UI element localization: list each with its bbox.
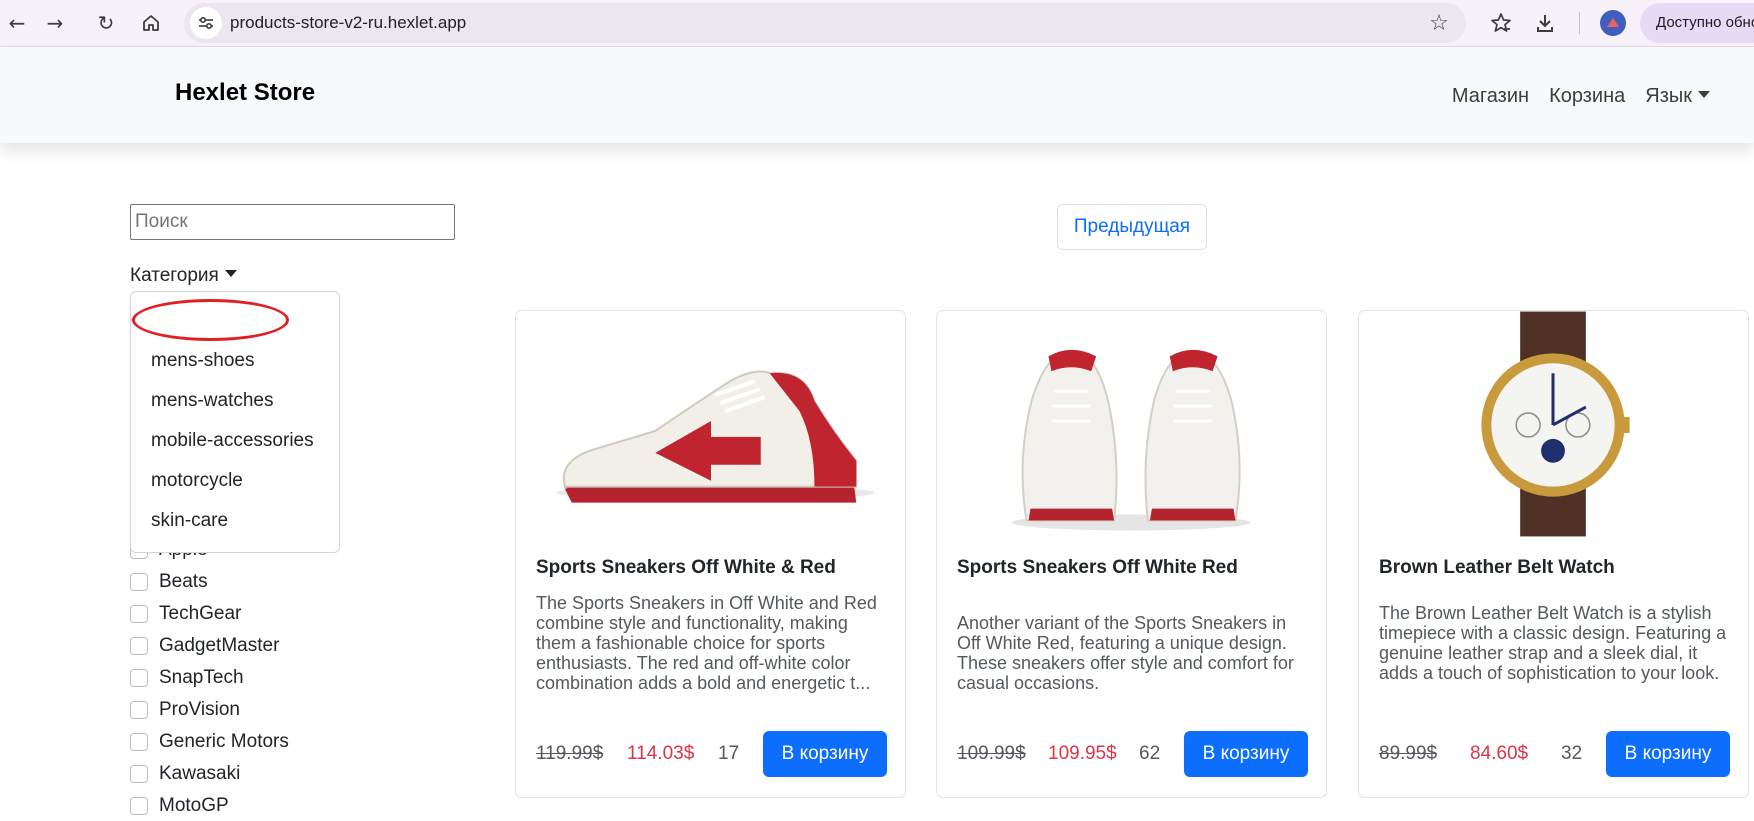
- brand-filter-item[interactable]: MotoGP: [130, 791, 229, 821]
- bookmark-star-icon[interactable]: ☆: [1424, 8, 1454, 38]
- brand-checkbox[interactable]: [130, 637, 148, 655]
- category-label: Категория: [130, 265, 219, 286]
- brand-label: GadgetMaster: [159, 635, 280, 656]
- product-footer: 89.99$ 84.60$ 32 В корзину: [1379, 731, 1730, 777]
- product-description: The Sports Sneakers in Off White and Red…: [536, 593, 877, 693]
- nav-link-shop[interactable]: Магазин: [1452, 85, 1529, 108]
- brand-label: MotoGP: [159, 795, 229, 816]
- category-option[interactable]: skin-care: [151, 510, 228, 532]
- brand-checkbox[interactable]: [130, 733, 148, 751]
- product-footer: 109.99$ 109.95$ 62 В корзину: [957, 731, 1308, 777]
- sneakers-pair-image[interactable]: [937, 311, 1326, 537]
- product-title[interactable]: Sports Sneakers Off White Red: [957, 557, 1238, 579]
- nav-link-cart[interactable]: Корзина: [1549, 85, 1625, 108]
- product-title[interactable]: Brown Leather Belt Watch: [1379, 557, 1615, 579]
- brand-checkbox[interactable]: [130, 573, 148, 591]
- category-option[interactable]: mens-shoes: [151, 350, 255, 372]
- old-price: 89.99$: [1379, 743, 1438, 764]
- browser-toolbar: ← → ↻ products-store-v2-ru.hexlet.app ☆ …: [0, 0, 1754, 47]
- stock-count: 17: [718, 743, 740, 764]
- product-card: Sports Sneakers Off White Red Another va…: [936, 310, 1327, 798]
- red-highlight-annotation: [132, 299, 289, 341]
- sale-price: 109.95$: [1048, 743, 1117, 764]
- category-option[interactable]: mobile-accessories: [151, 430, 314, 452]
- brand-filter-item[interactable]: TechGear: [130, 599, 241, 629]
- brand-checkbox[interactable]: [130, 765, 148, 783]
- update-available-button[interactable]: Доступно обновление: [1640, 3, 1754, 43]
- chevron-down-icon: [224, 270, 237, 277]
- brand-checkbox[interactable]: [130, 605, 148, 623]
- brand-label: TechGear: [159, 603, 242, 624]
- product-footer: 119.99$ 114.03$ 17 В корзину: [536, 731, 887, 777]
- brand-filter-item[interactable]: Beats: [130, 567, 208, 597]
- product-description: Another variant of the Sports Sneakers i…: [957, 613, 1294, 693]
- brand-filter-item[interactable]: Kawasaki: [130, 759, 240, 789]
- site-settings-icon[interactable]: [190, 7, 222, 39]
- forward-arrow-icon[interactable]: →: [40, 8, 70, 38]
- stock-count: 62: [1139, 743, 1161, 764]
- brand-label: Kawasaki: [159, 763, 241, 784]
- product-card: Sports Sneakers Off White & Red The Spor…: [515, 310, 906, 798]
- brand-filter-item[interactable]: ProVision: [130, 695, 240, 725]
- language-dropdown[interactable]: Язык: [1645, 85, 1710, 108]
- url-text[interactable]: products-store-v2-ru.hexlet.app: [230, 13, 466, 33]
- category-dropdown-menu: mens-shoes mens-watches mobile-accessori…: [130, 291, 340, 553]
- previous-page-button[interactable]: Предыдущая: [1057, 204, 1207, 250]
- profile-avatar[interactable]: [1600, 10, 1626, 36]
- add-to-cart-button[interactable]: В корзину: [1606, 731, 1730, 777]
- brand-filter-item[interactable]: GadgetMaster: [130, 631, 279, 661]
- chevron-down-icon: [1698, 91, 1710, 98]
- add-to-cart-button[interactable]: В корзину: [1184, 731, 1308, 777]
- product-title[interactable]: Sports Sneakers Off White & Red: [536, 557, 836, 579]
- address-bar[interactable]: products-store-v2-ru.hexlet.app ☆: [184, 3, 1466, 43]
- brand-logo[interactable]: Hexlet Store: [175, 79, 315, 107]
- brand-checkbox[interactable]: [130, 701, 148, 719]
- sneaker-image[interactable]: [516, 311, 905, 537]
- old-price: 119.99$: [536, 743, 604, 764]
- brand-filter-item[interactable]: SnapTech: [130, 663, 244, 693]
- nav-links: Магазин Корзина Язык: [1452, 85, 1710, 108]
- category-dropdown-toggle[interactable]: Категория: [130, 265, 237, 287]
- brand-checkbox[interactable]: [130, 669, 148, 687]
- category-option[interactable]: motorcycle: [151, 470, 243, 492]
- reload-icon[interactable]: ↻: [91, 8, 121, 38]
- brand-checkbox[interactable]: [130, 797, 148, 815]
- site-navbar: Hexlet Store Магазин Корзина Язык: [0, 47, 1754, 143]
- product-card: Brown Leather Belt Watch The Brown Leath…: [1358, 310, 1749, 798]
- brand-label: ProVision: [159, 699, 240, 720]
- update-label: Доступно обновление: [1656, 14, 1754, 31]
- toolbar-divider: [1579, 12, 1580, 34]
- brand-label: SnapTech: [159, 667, 244, 688]
- reading-list-icon[interactable]: [1486, 8, 1516, 38]
- home-icon[interactable]: [136, 8, 166, 38]
- product-description: The Brown Leather Belt Watch is a stylis…: [1379, 603, 1727, 683]
- brand-filter-item[interactable]: Generic Motors: [130, 727, 289, 757]
- language-label: Язык: [1645, 85, 1692, 107]
- sale-price: 114.03$: [627, 743, 695, 764]
- stock-count: 32: [1561, 743, 1583, 764]
- add-to-cart-button[interactable]: В корзину: [763, 731, 887, 777]
- download-icon[interactable]: [1530, 8, 1560, 38]
- watch-image[interactable]: [1359, 311, 1748, 537]
- brand-label: Generic Motors: [159, 731, 289, 752]
- sale-price: 84.60$: [1470, 743, 1529, 764]
- search-input[interactable]: [130, 204, 455, 240]
- back-arrow-icon[interactable]: ←: [2, 8, 32, 38]
- brand-label: Beats: [159, 571, 208, 592]
- old-price: 109.99$: [957, 743, 1026, 764]
- category-option[interactable]: mens-watches: [151, 390, 274, 412]
